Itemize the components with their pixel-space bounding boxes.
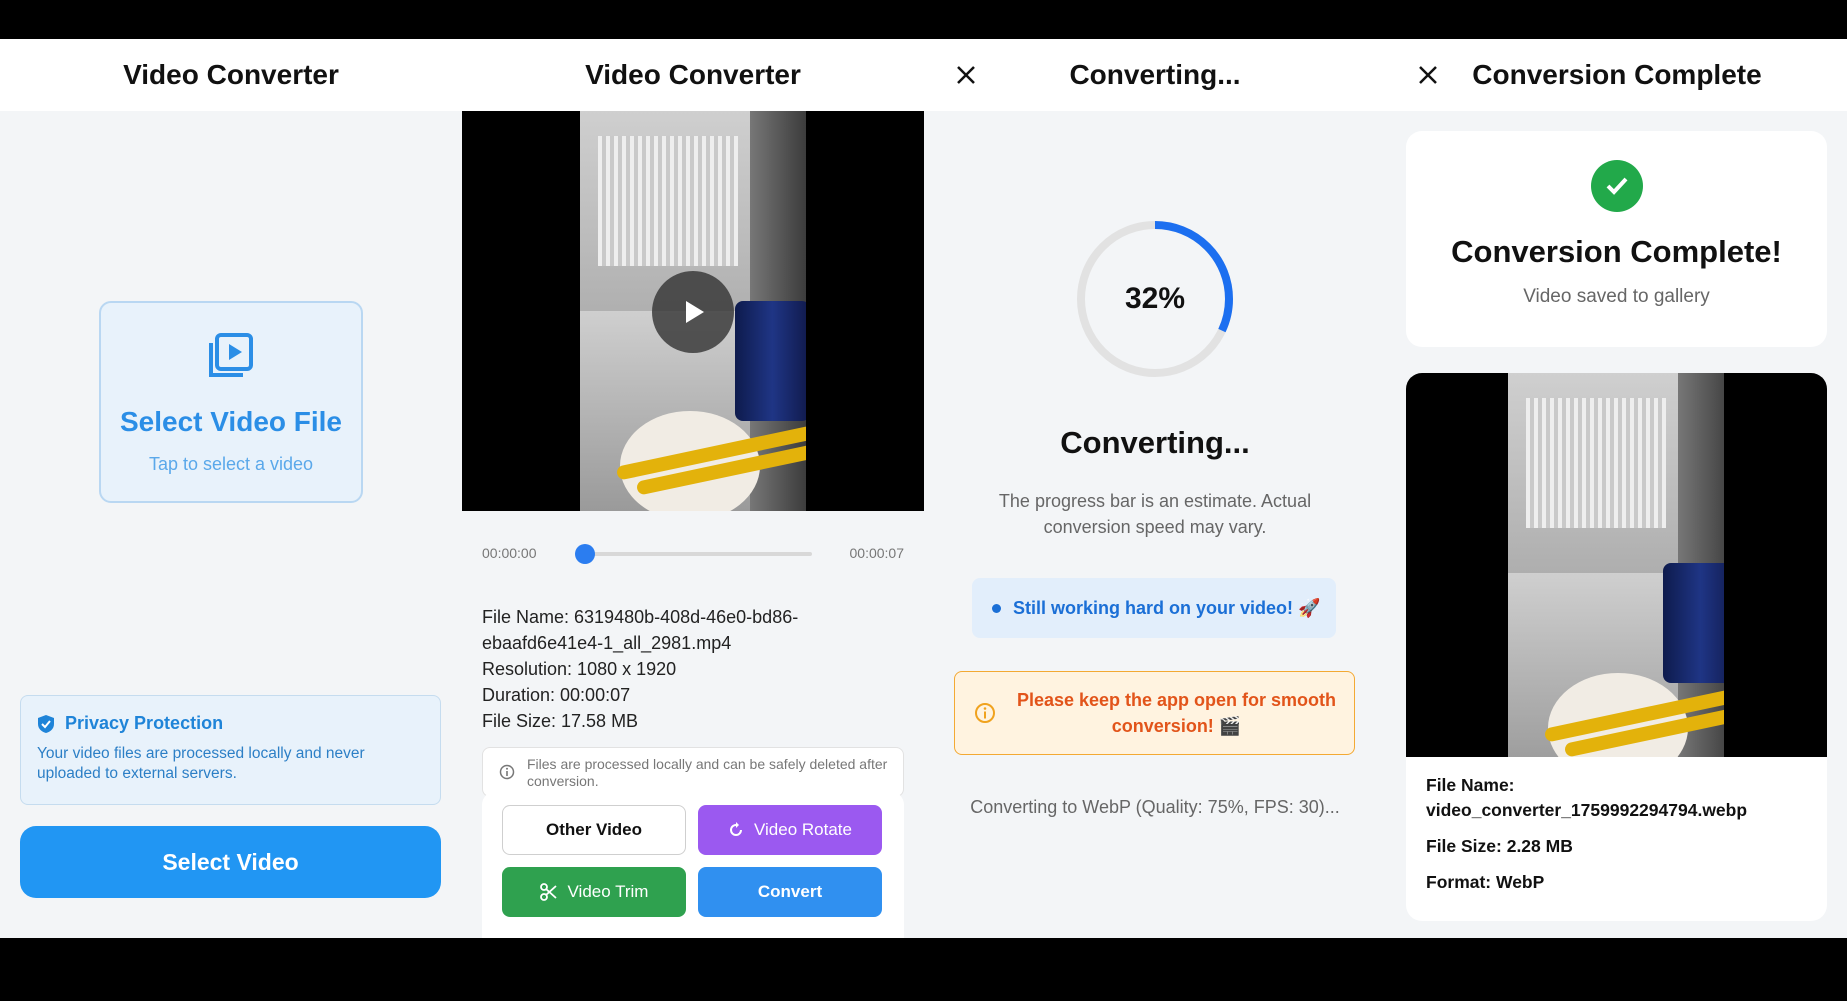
keep-open-warning: Please keep the app open for smooth conv… xyxy=(954,671,1355,755)
completion-heading: Conversion Complete! xyxy=(1451,234,1782,269)
close-icon xyxy=(1419,66,1437,84)
select-video-card[interactable]: Select Video File Tap to select a video xyxy=(99,301,363,503)
working-banner: Still working hard on your video! 🚀 xyxy=(972,578,1336,638)
shield-icon xyxy=(38,714,54,733)
screen-preview: Video Converter 00:00:00 00:00:07 File N… xyxy=(462,39,924,938)
play-icon xyxy=(686,301,704,323)
file-name-label: File Name: xyxy=(1426,775,1515,795)
select-video-button[interactable]: Select Video xyxy=(20,826,441,898)
card-hint: Tap to select a video xyxy=(148,454,314,474)
action-panel: Other Video Video Rotate Video Trim Conv… xyxy=(482,791,904,938)
video-player[interactable] xyxy=(462,111,924,511)
local-processing-note: Files are processed locally and can be s… xyxy=(482,747,904,797)
file-name-value: video_converter_1759992294794.webp xyxy=(1426,800,1748,820)
app-bar: Video Converter xyxy=(0,39,462,111)
video-info: File Name: 6319480b-408d-46e0-bd86-ebaaf… xyxy=(482,604,902,734)
file-size: File Size: 17.58 MB xyxy=(482,711,639,731)
video-library-icon xyxy=(209,333,253,377)
seek-thumb[interactable] xyxy=(575,544,595,564)
app-bar: Converting... xyxy=(924,39,1386,111)
convert-button[interactable]: Convert xyxy=(698,867,882,917)
file-name: File Name: 6319480b-408d-46e0-bd86-ebaaf… xyxy=(482,607,799,653)
progress-percent: 32% xyxy=(1124,282,1186,315)
file-format: Format: WebP xyxy=(1426,872,1545,892)
conversion-status: Converting to WebP (Quality: 75%, FPS: 3… xyxy=(970,797,1340,817)
play-button[interactable] xyxy=(652,271,734,353)
privacy-title: Privacy Protection xyxy=(65,713,224,733)
resolution: Resolution: 1080 x 1920 xyxy=(482,659,677,679)
close-icon xyxy=(957,66,975,84)
duration: Duration: 00:00:07 xyxy=(482,685,631,705)
completion-card: Conversion Complete! Video saved to gall… xyxy=(1406,131,1827,347)
file-size: File Size: 2.28 MB xyxy=(1426,836,1573,856)
video-rotate-button[interactable]: Video Rotate xyxy=(698,805,882,855)
page-title: Converting... xyxy=(1069,59,1241,90)
check-circle-icon xyxy=(1590,160,1643,212)
video-trim-button[interactable]: Video Trim xyxy=(502,867,686,917)
screen-complete: Conversion Complete Conversion Complete!… xyxy=(1386,39,1847,938)
info-icon xyxy=(975,703,995,723)
privacy-body: Your video files are processed locally a… xyxy=(37,745,365,782)
completion-subtitle: Video saved to gallery xyxy=(1523,286,1710,307)
converting-heading: Converting... xyxy=(1060,425,1250,460)
result-frame xyxy=(1508,373,1724,757)
seek-track[interactable] xyxy=(580,552,812,556)
app-bar: Video Converter xyxy=(462,39,924,111)
result-info: File Name: video_converter_1759992294794… xyxy=(1426,773,1816,906)
close-button[interactable] xyxy=(948,57,984,93)
screen-converting: Converting... 32% Converting... The prog… xyxy=(924,39,1386,938)
scissors-icon xyxy=(539,883,557,901)
result-preview[interactable] xyxy=(1406,373,1827,757)
status-dot xyxy=(992,603,1001,613)
status-bar xyxy=(0,0,1847,39)
page-title: Conversion Complete xyxy=(1472,59,1762,90)
page-title: Video Converter xyxy=(585,59,801,90)
rotate-icon xyxy=(730,822,742,836)
app-bar: Conversion Complete xyxy=(1386,39,1847,111)
info-icon xyxy=(499,764,515,780)
screen-select: Video Converter Select Video File Tap to… xyxy=(0,39,462,938)
privacy-notice: Privacy Protection Your video files are … xyxy=(20,695,441,805)
page-title: Video Converter xyxy=(123,59,339,90)
seek-bar[interactable]: 00:00:00 00:00:07 xyxy=(482,541,904,565)
estimate-note: The progress bar is an estimate. Actual … xyxy=(998,491,1312,537)
total-time: 00:00:07 xyxy=(849,545,905,561)
current-time: 00:00:00 xyxy=(482,545,537,561)
other-video-button[interactable]: Other Video xyxy=(502,805,686,855)
result-card: File Name: video_converter_1759992294794… xyxy=(1406,373,1827,921)
close-button[interactable] xyxy=(1410,57,1446,93)
card-title: Select Video File xyxy=(119,406,343,437)
